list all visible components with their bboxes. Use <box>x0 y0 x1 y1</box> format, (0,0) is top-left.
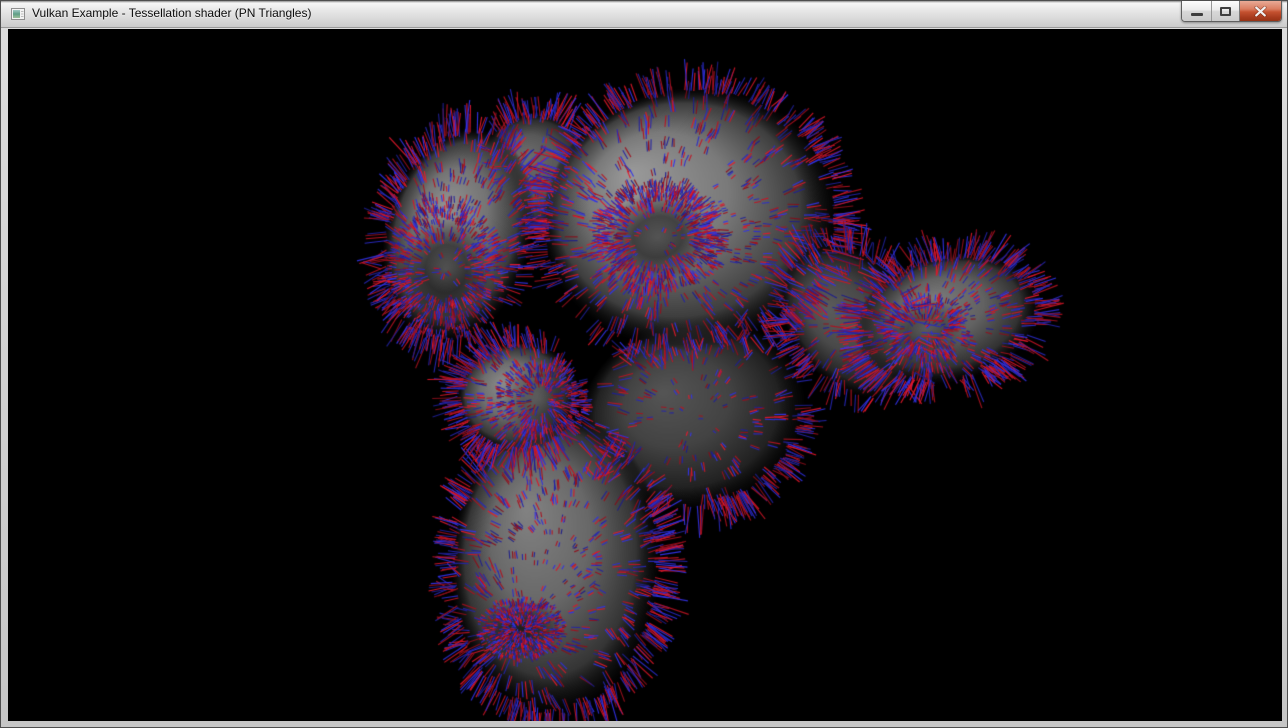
caption-buttons <box>1181 1 1282 22</box>
window: Vulkan Example - Tessellation shader (PN… <box>0 0 1288 728</box>
render-viewport[interactable] <box>8 29 1282 721</box>
viewport-canvas[interactable] <box>8 29 1282 721</box>
window-title: Vulkan Example - Tessellation shader (PN… <box>32 6 311 20</box>
app-icon <box>10 6 26 22</box>
maximize-icon <box>1220 7 1231 16</box>
title-bar[interactable]: Vulkan Example - Tessellation shader (PN… <box>1 1 1287 28</box>
minimize-icon <box>1191 13 1203 16</box>
maximize-button[interactable] <box>1211 1 1240 21</box>
close-icon <box>1254 6 1267 17</box>
minimize-button[interactable] <box>1182 1 1211 21</box>
close-button[interactable] <box>1240 1 1281 21</box>
